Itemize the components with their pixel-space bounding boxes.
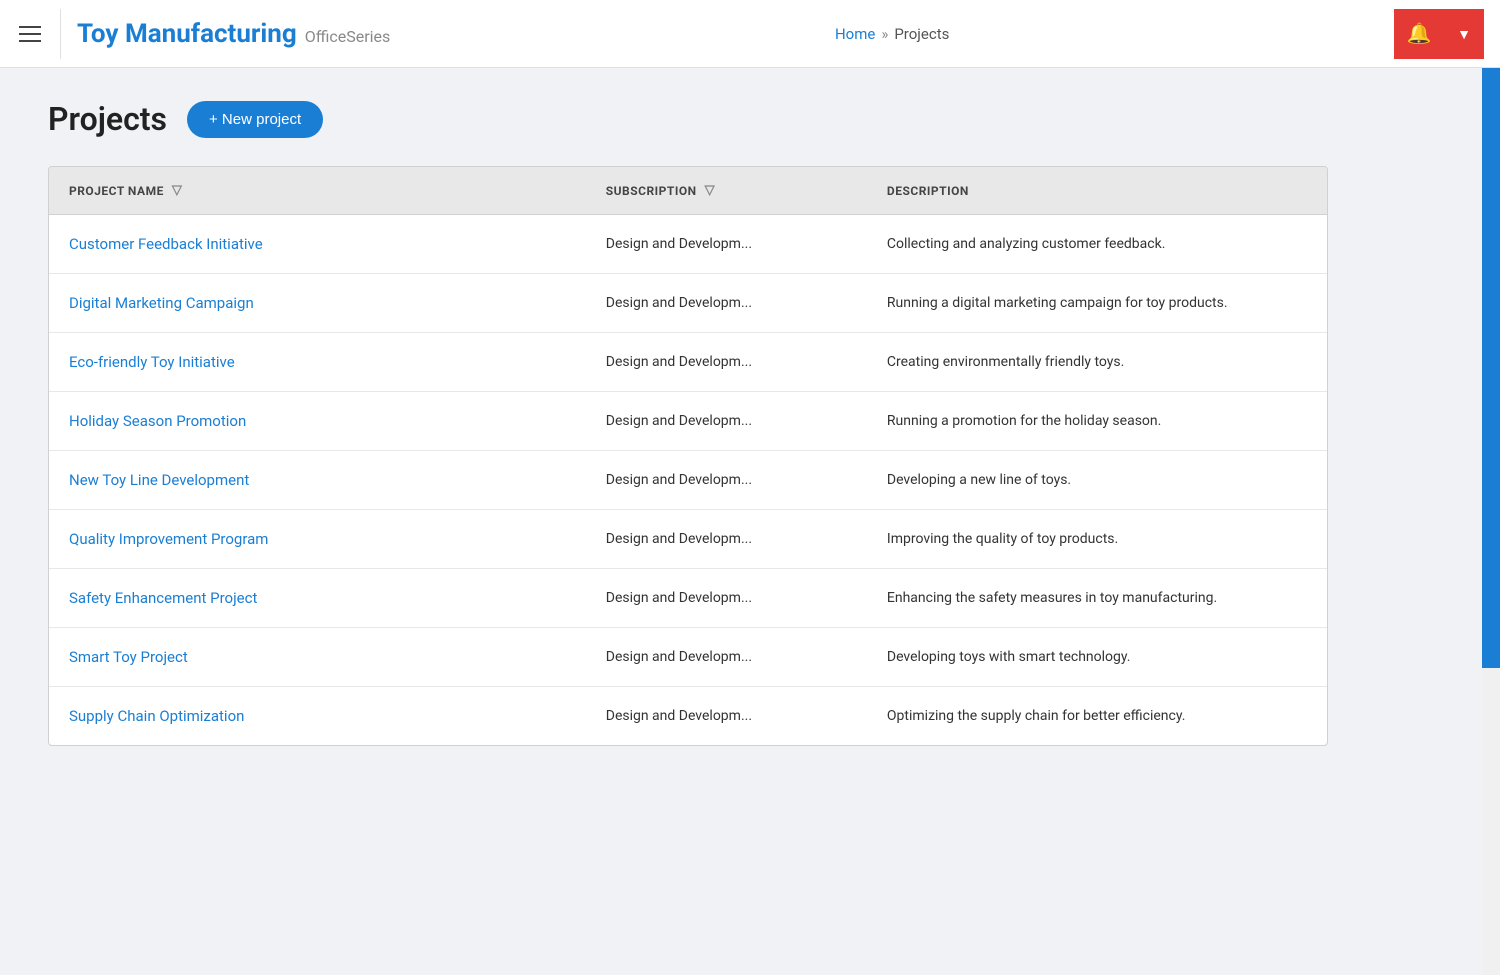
cell-subscription: Design and Developm...	[586, 569, 867, 628]
new-project-button[interactable]: + New project	[187, 101, 323, 138]
table-row: Quality Improvement Program Design and De…	[49, 510, 1327, 569]
cell-project-name: Customer Feedback Initiative	[49, 215, 586, 274]
filter-icon-subscription[interactable]: ▽	[705, 183, 716, 198]
bell-icon: 🔔	[1407, 21, 1432, 46]
project-name-link[interactable]: Smart Toy Project	[69, 648, 188, 666]
page-header: Projects + New project	[48, 100, 1452, 138]
notification-bell-button[interactable]: 🔔	[1394, 9, 1444, 59]
table-row: Safety Enhancement Project Design and Dev…	[49, 569, 1327, 628]
col-header-description: DESCRIPTION	[867, 167, 1327, 215]
user-dropdown-button[interactable]: ▼	[1444, 9, 1484, 59]
cell-subscription: Design and Developm...	[586, 510, 867, 569]
table-row: Digital Marketing Campaign Design and Dev…	[49, 274, 1327, 333]
table-row: New Toy Line Development Design and Devel…	[49, 451, 1327, 510]
breadcrumb: Home » Projects	[390, 25, 1394, 43]
page-title: Projects	[48, 100, 167, 138]
cell-subscription: Design and Developm...	[586, 687, 867, 746]
main-content: Projects + New project PROJECT NAME ▽ SU…	[0, 68, 1500, 778]
scrollbar-track	[1482, 0, 1500, 975]
cell-description: Developing a new line of toys.	[867, 451, 1327, 510]
table-row: Holiday Season Promotion Design and Devel…	[49, 392, 1327, 451]
cell-project-name: Smart Toy Project	[49, 628, 586, 687]
table-row: Supply Chain Optimization Design and Deve…	[49, 687, 1327, 746]
project-name-link[interactable]: Quality Improvement Program	[69, 530, 268, 548]
project-name-link[interactable]: Digital Marketing Campaign	[69, 294, 254, 312]
app-subtitle: OfficeSeries	[305, 27, 391, 46]
cell-subscription: Design and Developm...	[586, 274, 867, 333]
cell-project-name: Holiday Season Promotion	[49, 392, 586, 451]
projects-table-container: PROJECT NAME ▽ SUBSCRIPTION ▽ DESCRIPTIO…	[48, 166, 1328, 746]
navbar-brand: Toy Manufacturing OfficeSeries	[77, 19, 390, 49]
filter-icon-name[interactable]: ▽	[172, 183, 183, 198]
project-name-link[interactable]: Holiday Season Promotion	[69, 412, 246, 430]
project-name-link[interactable]: Customer Feedback Initiative	[69, 235, 263, 253]
app-title: Toy Manufacturing	[77, 19, 297, 49]
cell-project-name: Quality Improvement Program	[49, 510, 586, 569]
project-name-link[interactable]: Safety Enhancement Project	[69, 589, 257, 607]
cell-project-name: Safety Enhancement Project	[49, 569, 586, 628]
cell-description: Running a digital marketing campaign for…	[867, 274, 1327, 333]
cell-subscription: Design and Developm...	[586, 628, 867, 687]
table-row: Customer Feedback Initiative Design and D…	[49, 215, 1327, 274]
table-header: PROJECT NAME ▽ SUBSCRIPTION ▽ DESCRIPTIO…	[49, 167, 1327, 215]
cell-project-name: New Toy Line Development	[49, 451, 586, 510]
col-header-name: PROJECT NAME ▽	[49, 167, 586, 215]
col-header-subscription: SUBSCRIPTION ▽	[586, 167, 867, 215]
cell-subscription: Design and Developm...	[586, 333, 867, 392]
breadcrumb-current: Projects	[894, 25, 949, 43]
cell-project-name: Eco-friendly Toy Initiative	[49, 333, 586, 392]
cell-project-name: Digital Marketing Campaign	[49, 274, 586, 333]
project-name-link[interactable]: Eco-friendly Toy Initiative	[69, 353, 235, 371]
menu-icon[interactable]	[16, 26, 44, 42]
project-name-link[interactable]: Supply Chain Optimization	[69, 707, 244, 725]
cell-description: Improving the quality of toy products.	[867, 510, 1327, 569]
projects-table: PROJECT NAME ▽ SUBSCRIPTION ▽ DESCRIPTIO…	[49, 167, 1327, 745]
navbar: Toy Manufacturing OfficeSeries Home » Pr…	[0, 0, 1500, 68]
navbar-actions: 🔔 ▼	[1394, 9, 1484, 59]
cell-description: Collecting and analyzing customer feedba…	[867, 215, 1327, 274]
cell-subscription: Design and Developm...	[586, 451, 867, 510]
table-row: Smart Toy Project Design and Developm...D…	[49, 628, 1327, 687]
cell-project-name: Supply Chain Optimization	[49, 687, 586, 746]
cell-description: Creating environmentally friendly toys.	[867, 333, 1327, 392]
breadcrumb-separator: »	[881, 25, 888, 43]
chevron-down-icon: ▼	[1457, 26, 1471, 42]
cell-description: Running a promotion for the holiday seas…	[867, 392, 1327, 451]
cell-description: Developing toys with smart technology.	[867, 628, 1327, 687]
cell-description: Enhancing the safety measures in toy man…	[867, 569, 1327, 628]
cell-description: Optimizing the supply chain for better e…	[867, 687, 1327, 746]
scrollbar-thumb[interactable]	[1482, 68, 1500, 668]
scrollbar[interactable]	[1482, 0, 1500, 975]
navbar-divider	[60, 9, 61, 59]
breadcrumb-home[interactable]: Home	[835, 25, 875, 43]
table-body: Customer Feedback Initiative Design and D…	[49, 215, 1327, 746]
table-row: Eco-friendly Toy Initiative Design and De…	[49, 333, 1327, 392]
cell-subscription: Design and Developm...	[586, 215, 867, 274]
project-name-link[interactable]: New Toy Line Development	[69, 471, 249, 489]
cell-subscription: Design and Developm...	[586, 392, 867, 451]
